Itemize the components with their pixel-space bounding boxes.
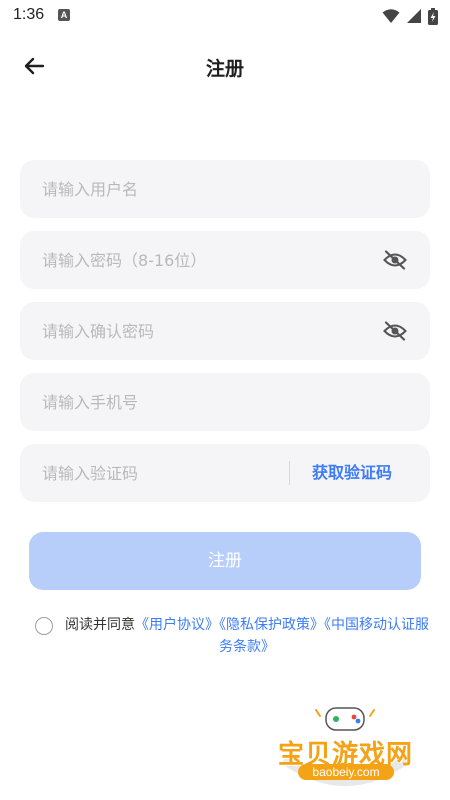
- agreement-checkbox[interactable]: [35, 617, 53, 635]
- privacy-policy-link[interactable]: 《隐私保护政策》: [219, 617, 324, 633]
- confirm-password-visibility-toggle[interactable]: [382, 318, 408, 344]
- user-agreement-link[interactable]: 《用户协议》: [135, 617, 219, 633]
- eye-off-icon: [383, 321, 407, 341]
- phone-field-container: [20, 373, 430, 431]
- username-input[interactable]: [42, 160, 402, 218]
- code-divider: [289, 461, 290, 485]
- phone-input[interactable]: [42, 373, 402, 431]
- page-title: 注册: [205, 58, 244, 80]
- agreement-prefix: 阅读并同意: [65, 617, 135, 633]
- agreement-text: 阅读并同意《用户协议》《隐私保护政策》《中国移动认证服务条款》: [62, 614, 432, 658]
- username-field-container: [20, 160, 430, 218]
- password-visibility-toggle[interactable]: [382, 247, 408, 273]
- status-time: 1:36: [13, 6, 45, 23]
- battery-charging-icon: [428, 7, 438, 25]
- eye-off-icon: [383, 250, 407, 270]
- confirm-password-input[interactable]: [42, 302, 362, 360]
- register-screen: 1:36 A 注册 请输入用户名 请输入手机号 请输入验证码 获取验证码 注册 …: [0, 0, 450, 800]
- register-button[interactable]: 注册: [29, 532, 421, 590]
- confirm-password-field-container: [20, 302, 430, 360]
- wifi-icon: [382, 9, 400, 23]
- notification-icon: A: [58, 9, 70, 21]
- watermark-logo: 宝贝游戏网 baobeiy.com: [270, 700, 420, 795]
- signal-icon: [407, 9, 421, 23]
- status-bar: 1:36 A: [0, 0, 450, 32]
- watermark-url: baobeiy.com: [298, 764, 394, 780]
- app-bar: 注册: [0, 40, 450, 92]
- status-icons: [382, 6, 438, 26]
- password-field-container: [20, 231, 430, 289]
- password-input[interactable]: [42, 231, 362, 289]
- verification-code-input[interactable]: [42, 444, 277, 502]
- get-code-button[interactable]: 获取验证码: [312, 444, 392, 502]
- code-field-container: 获取验证码: [20, 444, 430, 502]
